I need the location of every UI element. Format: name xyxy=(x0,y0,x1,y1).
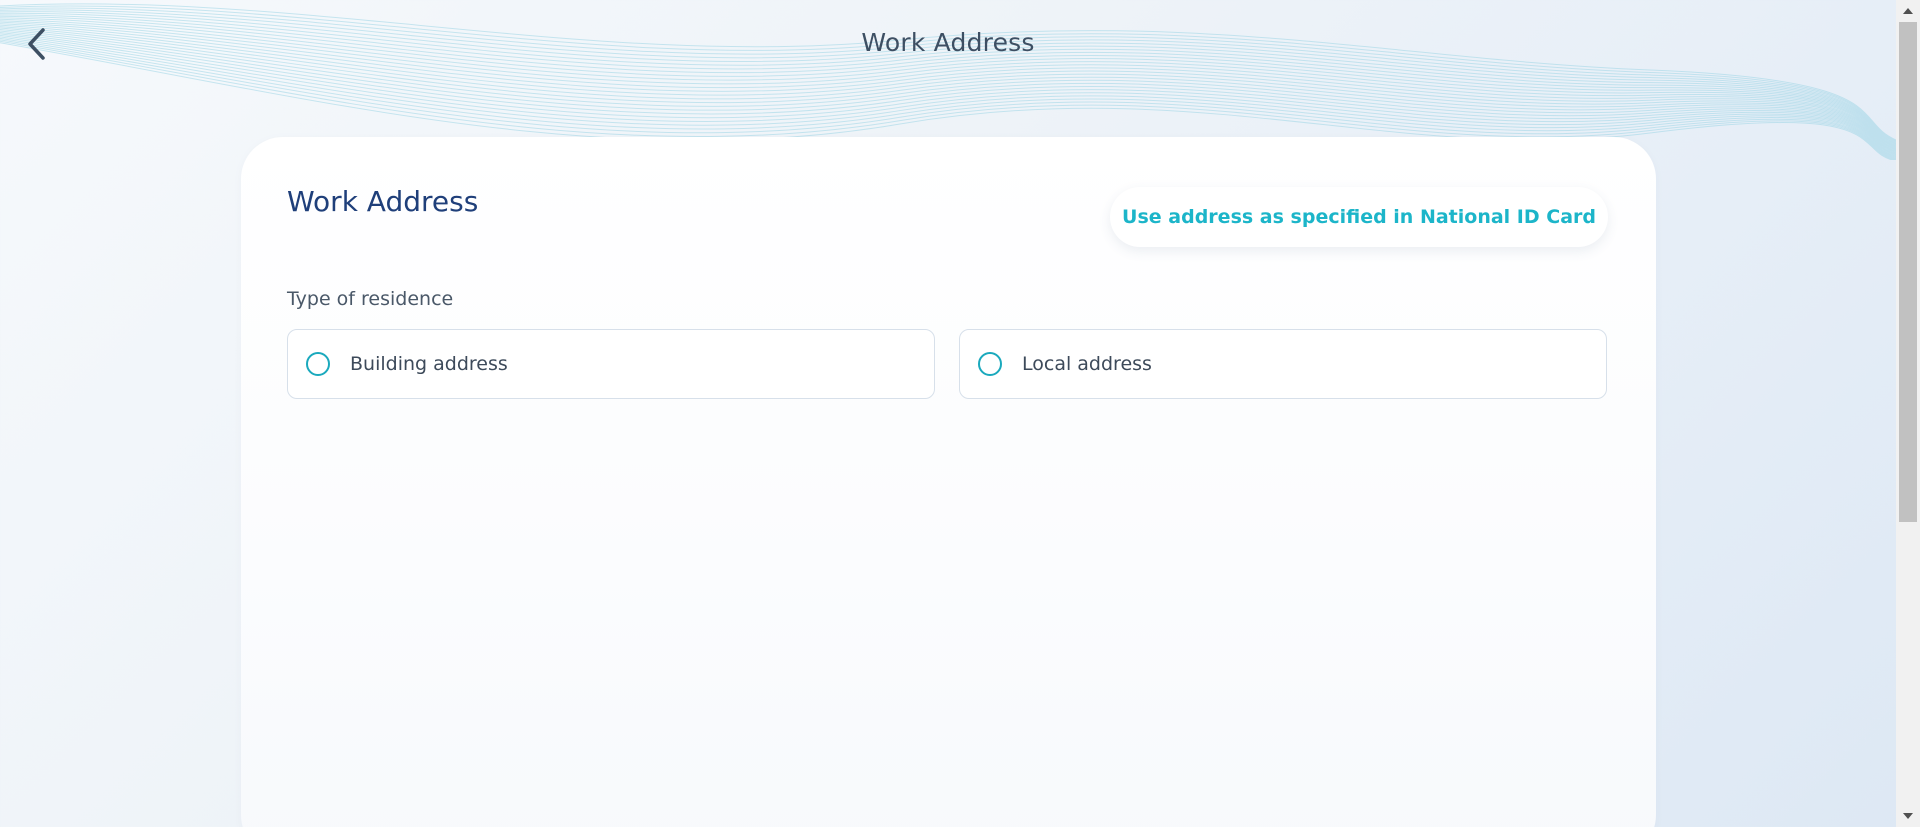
radio-icon[interactable] xyxy=(306,352,330,376)
decorative-wave-lines xyxy=(0,3,1896,160)
card-title: Work Address xyxy=(287,185,479,218)
option-label: Local address xyxy=(1022,353,1152,375)
residence-type-options: Building address Local address xyxy=(287,329,1607,401)
option-building-address[interactable]: Building address xyxy=(287,329,935,399)
use-national-id-address-button[interactable]: Use address as specified in National ID … xyxy=(1110,187,1608,247)
option-label: Building address xyxy=(350,353,508,375)
scroll-down-arrow-icon[interactable] xyxy=(1896,807,1920,825)
work-address-card: Work Address Use address as specified in… xyxy=(241,137,1656,827)
radio-icon[interactable] xyxy=(978,352,1002,376)
option-local-address[interactable]: Local address xyxy=(959,329,1607,399)
page-title: Work Address xyxy=(861,28,1035,57)
scroll-thumb[interactable] xyxy=(1899,22,1917,522)
scroll-up-arrow-icon[interactable] xyxy=(1896,2,1920,20)
vertical-scrollbar[interactable] xyxy=(1896,0,1920,827)
residence-type-label: Type of residence xyxy=(287,288,454,310)
